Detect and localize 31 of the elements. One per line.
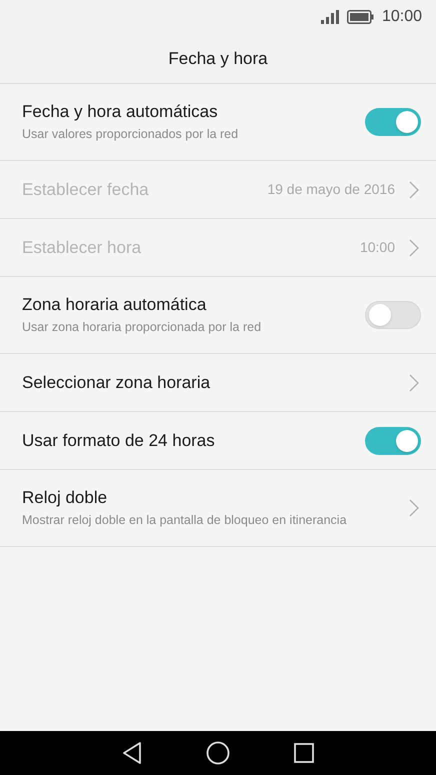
setting-row[interactable]: Seleccionar zona horaria [0,354,436,412]
setting-label: Establecer hora [22,236,142,258]
chevron-right-icon [409,499,419,517]
setting-value: 19 de mayo de 2016 [267,180,395,199]
setting-label: Usar formato de 24 horas [22,430,216,452]
toggle-switch[interactable] [365,426,421,454]
chevron-right-icon [409,238,419,256]
setting-description: Mostrar reloj doble en la pantalla de bloqueo en itinerancia [22,512,348,529]
recents-icon[interactable] [294,743,314,763]
setting-row[interactable]: Reloj doble Mostrar reloj doble en la pantalla de bloqueo en itinerancia [0,470,436,547]
setting-row[interactable]: Usar formato de 24 horas [0,412,436,470]
setting-row[interactable]: Zona horaria automática Usar zona horaria proporcionada por la red [0,277,436,354]
toggle-switch[interactable] [365,301,421,329]
setting-label: Seleccionar zona horaria [22,372,212,394]
setting-label: Reloj doble [22,487,108,509]
setting-value: 10:00 [360,238,395,257]
setting-row[interactable]: Fecha y hora automáticas Usar valores proporcionados por la red [0,84,436,161]
chevron-right-icon [409,180,419,198]
clock: 10:00 [382,7,422,27]
signal-icon [320,10,339,24]
home-icon[interactable] [206,741,230,765]
setting-label: Zona horaria automática [22,294,208,316]
battery-icon [346,10,374,24]
setting-label: Fecha y hora automáticas [22,101,219,123]
setting-description: Usar valores proporcionados por la red [22,126,240,143]
toggle-switch[interactable] [365,108,421,136]
setting-label: Establecer fecha [22,178,150,200]
setting-description: Usar zona horaria proporcionada por la red [22,319,262,336]
chevron-right-icon [409,374,419,392]
screen-title: Fecha y hora [168,48,268,70]
back-icon[interactable] [122,742,142,764]
